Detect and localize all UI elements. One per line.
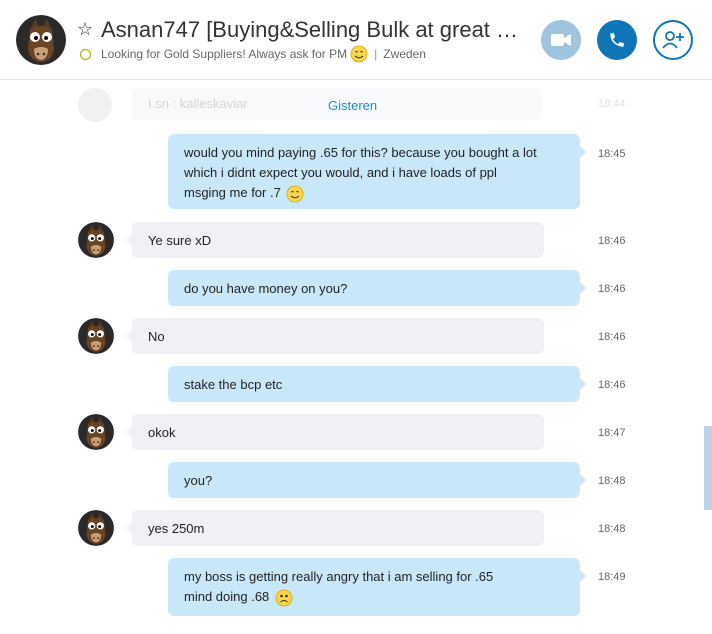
message-time: 18:44 [598, 98, 626, 110]
message-time: 18:46 [598, 283, 626, 295]
message-time: 18:46 [598, 379, 626, 391]
smile-emoji-icon [350, 45, 368, 63]
message-time: 18:46 [598, 235, 626, 247]
message-text: yes 250m [148, 521, 205, 536]
mood-message: Looking for Gold Suppliers! Always ask f… [101, 47, 348, 61]
separator: | [374, 47, 378, 61]
contact-avatar[interactable] [78, 510, 114, 546]
message-time: 18:48 [598, 523, 626, 535]
message-text: my boss is getting really angry that i a… [184, 569, 494, 604]
contact-avatar[interactable] [78, 318, 114, 354]
message-time: 18:45 [598, 148, 626, 160]
contact-subtitle: Looking for Gold Suppliers! Always ask f… [80, 45, 426, 63]
add-people-button[interactable] [653, 20, 693, 60]
outgoing-message[interactable]: my boss is getting really angry that i a… [168, 558, 586, 616]
phone-icon [610, 33, 624, 47]
smile-emoji-icon [286, 185, 304, 203]
conversation-header: ☆ Asnan747 [Buying&Selling Bulk at great… [0, 0, 712, 80]
incoming-message[interactable]: yes 250m [126, 510, 544, 546]
message-text: stake the bcp etc [184, 377, 283, 392]
previous-message-faded: I.sn : kalleskaviar 18:44 [78, 88, 626, 122]
video-call-icon [551, 34, 571, 46]
add-person-icon [662, 31, 684, 49]
scrollbar-thumb[interactable] [704, 426, 712, 510]
worried-emoji-icon [275, 589, 293, 607]
message-text: do you have money on you? [184, 281, 348, 296]
contact-avatar[interactable] [78, 222, 114, 258]
contact-location: Zweden [383, 47, 426, 61]
incoming-message[interactable]: No [126, 318, 544, 354]
video-call-button[interactable] [541, 20, 581, 60]
contact-avatar[interactable] [78, 414, 114, 450]
message-text: No [148, 329, 165, 344]
message-text: I.sn : kalleskaviar [148, 96, 248, 111]
audio-call-button[interactable] [597, 20, 637, 60]
online-status-icon [80, 48, 91, 60]
message-text: okok [148, 425, 176, 440]
star-icon[interactable]: ☆ [77, 17, 93, 41]
outgoing-message[interactable]: you? [168, 462, 586, 498]
incoming-message[interactable]: Ye sure xD [126, 222, 544, 258]
message-text: would you mind paying .65 for this? beca… [184, 145, 537, 200]
message-time: 18:47 [598, 427, 626, 439]
message-text: you? [184, 473, 213, 488]
message-text: Ye sure xD [148, 233, 212, 248]
outgoing-message[interactable]: would you mind paying .65 for this? beca… [168, 134, 586, 209]
avatar [78, 88, 112, 122]
contact-name[interactable]: Asnan747 [Buying&Selling Bulk at great r… [101, 16, 521, 44]
conversation-area[interactable]: I.sn : kalleskaviar 18:44 Gisteren would… [0, 81, 712, 634]
date-separator: Gisteren [328, 98, 378, 113]
message-time: 18:49 [598, 571, 626, 583]
contact-avatar[interactable] [16, 15, 66, 65]
outgoing-message[interactable]: stake the bcp etc [168, 366, 586, 402]
message-time: 18:48 [598, 475, 626, 487]
outgoing-message[interactable]: do you have money on you? [168, 270, 586, 306]
message-time: 18:46 [598, 331, 626, 343]
incoming-message[interactable]: okok [126, 414, 544, 450]
